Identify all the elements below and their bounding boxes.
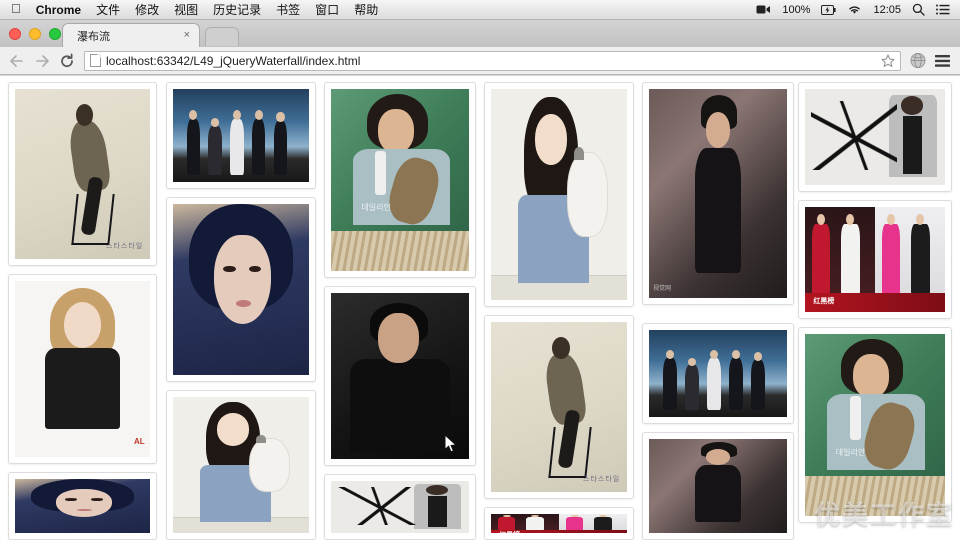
gallery-card[interactable]: boy-band-sky-backdrop <box>642 323 794 424</box>
gallery-card[interactable]: woman-black-dress-mauve <box>642 432 794 540</box>
minimize-window-button[interactable] <box>29 28 41 40</box>
gallery-photo <box>173 89 309 182</box>
gallery-photo: AL <box>15 281 150 457</box>
bookmark-star-icon[interactable] <box>881 53 895 68</box>
photo-caption: 스타스타일 <box>583 475 621 483</box>
tab-strip: 瀑布流 × <box>0 20 960 47</box>
menu-bar-left:  Chrome 文件 修改 视图 历史记录 书签 窗口 帮助 <box>0 1 378 18</box>
menu-item-file[interactable]: 文件 <box>96 1 120 18</box>
back-arrow-icon[interactable] <box>9 53 25 69</box>
gallery-photo <box>331 481 469 533</box>
gallery-photo: 视觉网 <box>649 89 787 298</box>
gallery-card[interactable]: 스타스타일man-on-stool-beige-studio <box>8 82 157 266</box>
gallery-photo: 红黑榜 <box>491 514 627 533</box>
gallery-card[interactable]: autographed-celebrity-photo <box>798 82 952 192</box>
gallery-photo <box>805 89 945 185</box>
gallery-card[interactable]: ALblonde-woman-black-tee <box>8 274 157 464</box>
menu-item-view[interactable]: 视图 <box>174 1 198 18</box>
reload-icon[interactable] <box>59 53 75 69</box>
menu-bar-clock[interactable]: 12:05 <box>873 4 901 16</box>
globe-profile-icon[interactable] <box>910 52 926 69</box>
gallery-photo <box>173 204 309 375</box>
page-document-icon <box>90 54 101 67</box>
photo-caption: 红黑榜 <box>813 297 835 305</box>
battery-percent-label: 100% <box>782 3 811 16</box>
photo-caption: AL <box>133 437 145 447</box>
menu-item-edit[interactable]: 修改 <box>135 1 159 18</box>
gallery-photo: 데일리안 <box>805 334 945 516</box>
new-tab-button[interactable] <box>205 27 239 46</box>
gallery-card[interactable]: 데일리안man-with-microphone-green <box>324 82 476 278</box>
gallery-photo: 데일리안 <box>331 89 469 271</box>
gallery-card[interactable]: 스타스타일man-on-stool-beige-studio <box>484 315 634 499</box>
macos-menu-bar:  Chrome 文件 修改 视图 历史记录 书签 窗口 帮助 100% 12:… <box>0 0 960 20</box>
waterfall-grid: 스타스타일man-on-stool-beige-studioALblonde-w… <box>0 76 960 540</box>
gallery-card[interactable]: autographed-celebrity-photo <box>324 474 476 540</box>
zoom-window-button[interactable] <box>49 28 61 40</box>
gallery-card[interactable]: blue-tone-woman-portrait <box>166 197 316 382</box>
gallery-photo <box>491 89 627 300</box>
web-page-viewport: 스타스타일man-on-stool-beige-studioALblonde-w… <box>0 76 960 540</box>
gallery-photo: 스타스타일 <box>15 89 150 259</box>
gallery-photo <box>15 479 150 533</box>
menu-item-history[interactable]: 历史记录 <box>213 1 261 18</box>
menu-item-bookmarks[interactable]: 书签 <box>276 1 300 18</box>
menu-item-window[interactable]: 窗口 <box>315 1 339 18</box>
wifi-icon[interactable] <box>847 4 862 15</box>
photo-caption: 视觉网 <box>653 285 672 292</box>
photo-caption: 스타스타일 <box>106 242 144 250</box>
gallery-photo <box>649 439 787 533</box>
hamburger-menu-icon[interactable] <box>935 53 951 69</box>
browser-tab-active[interactable]: 瀑布流 × <box>62 23 200 47</box>
apple-logo-icon[interactable]:  <box>11 2 21 15</box>
gallery-card[interactable]: boy-band-sky-backdrop <box>166 82 316 189</box>
gallery-card[interactable]: man-in-black-dark-portrait <box>324 286 476 466</box>
gallery-photo: 스타스타일 <box>491 322 627 492</box>
url-text: localhost:63342/L49_jQueryWaterfall/inde… <box>106 53 361 68</box>
close-window-button[interactable] <box>9 28 21 40</box>
photo-caption: 데일리안 <box>835 447 866 457</box>
gallery-card[interactable]: 红黑榜red-carpet-fashion-collage <box>484 507 634 540</box>
gallery-card[interactable]: 视觉网woman-black-dress-mauve <box>642 82 794 305</box>
video-camera-icon[interactable] <box>756 4 771 15</box>
gallery-card[interactable]: 红黑榜red-carpet-fashion-collage <box>798 200 952 319</box>
photo-caption: 데일리안 <box>361 202 391 212</box>
menu-item-help[interactable]: 帮助 <box>354 1 378 18</box>
gallery-photo <box>331 293 469 459</box>
gallery-card[interactable]: blue-tone-woman-portrait <box>8 472 157 540</box>
menu-list-icon[interactable] <box>936 4 950 15</box>
window-traffic-lights <box>9 28 61 40</box>
battery-charging-icon[interactable] <box>821 4 837 15</box>
gallery-card[interactable]: girl-holding-white-cat <box>166 390 316 540</box>
chrome-browser-window: 瀑布流 × localhost:63342/L49_jQueryWaterfal… <box>0 20 960 540</box>
photo-caption: 红黑榜 <box>499 530 520 533</box>
close-icon[interactable]: × <box>181 30 193 41</box>
forward-arrow-icon[interactable] <box>34 53 50 69</box>
menu-item-chrome[interactable]: Chrome <box>36 3 81 17</box>
tab-title: 瀑布流 <box>77 30 110 43</box>
spotlight-search-icon[interactable] <box>912 3 925 16</box>
gallery-photo <box>649 330 787 417</box>
gallery-photo <box>173 397 309 533</box>
address-bar[interactable]: localhost:63342/L49_jQueryWaterfall/inde… <box>84 50 901 71</box>
menu-bar-status-area: 100% 12:05 <box>756 3 960 16</box>
gallery-photo: 红黑榜 <box>805 207 945 312</box>
toolbar-right-controls <box>910 52 951 69</box>
browser-toolbar: localhost:63342/L49_jQueryWaterfall/inde… <box>0 47 960 75</box>
gallery-card[interactable]: 데일리안man-with-microphone-green <box>798 327 952 523</box>
gallery-card[interactable]: girl-holding-white-cat <box>484 82 634 307</box>
